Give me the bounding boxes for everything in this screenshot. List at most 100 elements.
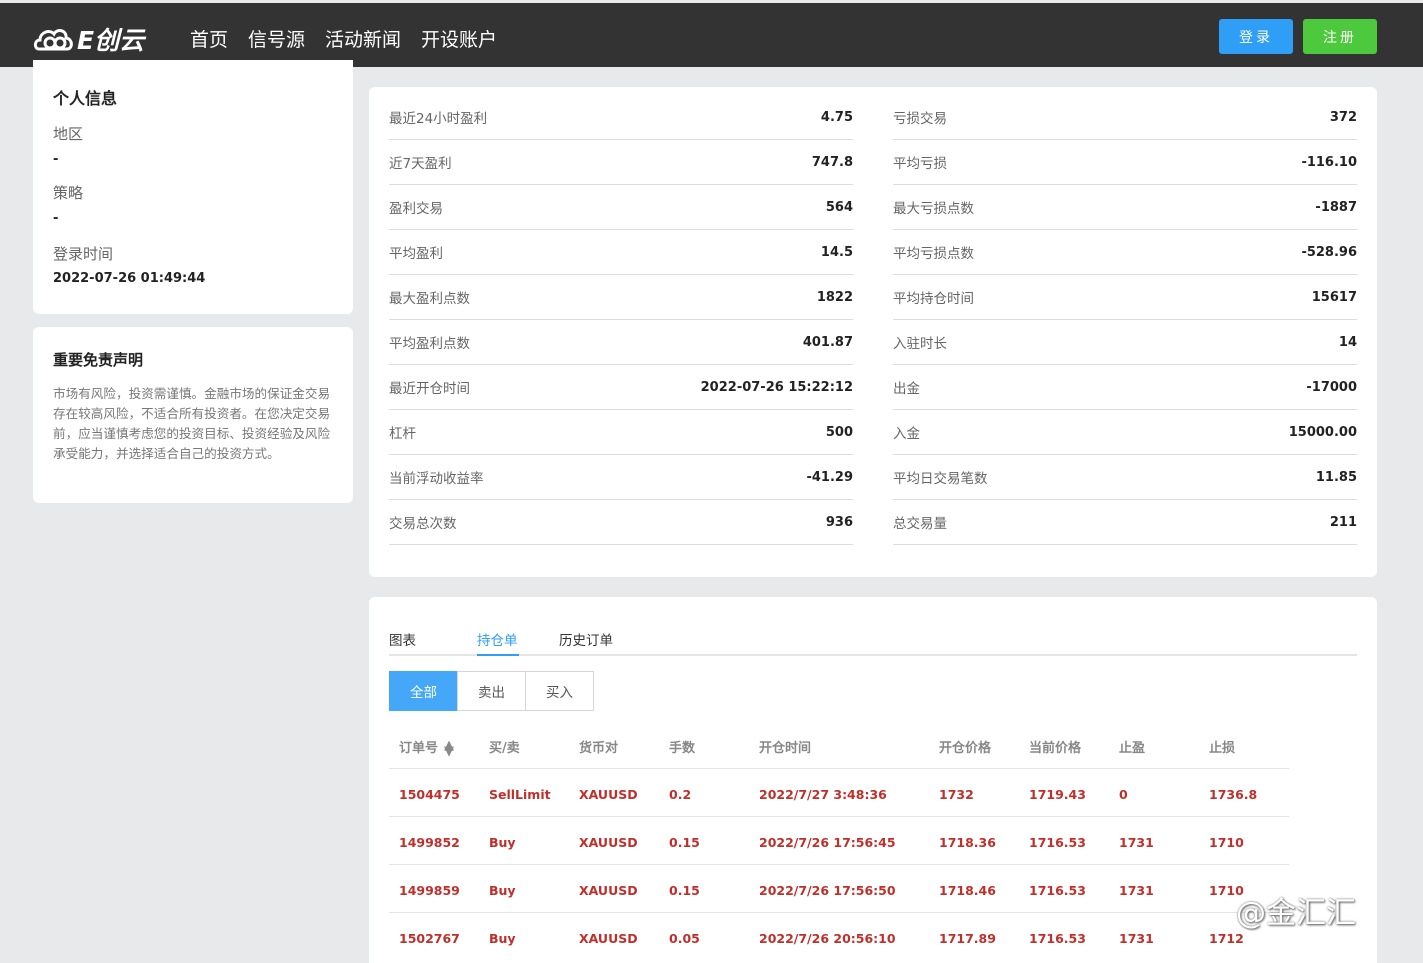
- header-order-id[interactable]: 订单号 ▲ ▼: [399, 737, 454, 758]
- nav-news[interactable]: 活动新闻: [325, 25, 401, 52]
- stat-row: 平均持仓时间 15617: [893, 275, 1357, 320]
- stat-label: 平均日交易笔数: [893, 471, 988, 487]
- disclaimer-title: 重要免责声明: [53, 351, 144, 369]
- stat-value: -116.10: [1301, 154, 1357, 170]
- table-row[interactable]: 1499859 Buy XAUUSD 0.15 2022/7/26 17:56:50 17…: [389, 864, 1289, 912]
- cell-symbol: XAUUSD: [579, 835, 638, 850]
- main-nav: 首页 信号源 活动新闻 开设账户: [190, 25, 517, 52]
- nav-home[interactable]: 首页: [190, 25, 228, 52]
- cell-stop-loss: 1712: [1209, 931, 1244, 946]
- stat-row: 平均盈利点数 401.87: [389, 320, 853, 365]
- stat-label: 平均亏损: [893, 156, 947, 172]
- cell-order-id: 1502767: [399, 931, 460, 946]
- nav-open-account[interactable]: 开设账户: [421, 25, 497, 52]
- header-open-time: 开仓时间: [759, 741, 812, 756]
- cell-stop-loss: 1736.8: [1209, 787, 1258, 802]
- stat-label: 盈利交易: [389, 201, 443, 217]
- table-row[interactable]: 1499852 Buy XAUUSD 0.15 2022/7/26 17:56:45 17…: [389, 816, 1289, 864]
- login-button[interactable]: 登录: [1219, 19, 1293, 54]
- brand-logo[interactable]: E创云: [33, 21, 144, 57]
- filter-buy-button[interactable]: 买入: [525, 671, 594, 711]
- cell-open-price: 1718.36: [939, 835, 996, 850]
- login-time-label: 登录时间: [53, 245, 114, 263]
- tab-history-orders[interactable]: 历史订单: [559, 629, 613, 649]
- stat-row: 入金 15000.00: [893, 410, 1357, 455]
- stat-value: 15000.00: [1288, 424, 1357, 440]
- table-row[interactable]: 1504475 SellLimit XAUUSD 0.2 2022/7/27 3:48:…: [389, 768, 1289, 816]
- stat-label: 平均盈利: [389, 246, 443, 262]
- strategy-value: -: [53, 211, 59, 226]
- stat-row: 最大盈利点数 1822: [389, 275, 853, 320]
- region-label: 地区: [53, 125, 84, 143]
- stat-value: 211: [1329, 514, 1357, 530]
- stat-value: 372: [1329, 109, 1357, 125]
- stat-value: 15617: [1311, 289, 1357, 305]
- filter-all-button[interactable]: 全部: [389, 671, 458, 711]
- cell-open-time: 2022/7/27 3:48:36: [759, 787, 887, 802]
- stat-label: 杠杆: [389, 426, 416, 442]
- tab-chart[interactable]: 图表: [389, 629, 416, 649]
- stat-value: -528.96: [1301, 244, 1357, 260]
- active-tab-indicator: [477, 654, 519, 656]
- cell-side: Buy: [489, 931, 516, 946]
- stat-row: 最近24小时盈利 4.75: [389, 95, 853, 140]
- tab-open-positions[interactable]: 持仓单: [477, 629, 518, 649]
- top-navbar: E创云 首页 信号源 活动新闻 开设账户 登录 注册: [0, 0, 1423, 67]
- orders-card: 图表 持仓单 历史订单 全部 卖出 买入 订单号 ▲ ▼ 买/卖 货币对 手数 开仓…: [369, 597, 1377, 963]
- stat-value: 2022-07-26 15:22:12: [700, 379, 853, 395]
- stat-label: 最近24小时盈利: [389, 111, 488, 127]
- stat-label: 亏损交易: [893, 111, 947, 127]
- cell-open-time: 2022/7/26 20:56:10: [759, 931, 896, 946]
- stat-value: 500: [825, 424, 853, 440]
- stat-value: 4.75: [820, 109, 853, 125]
- cell-symbol: XAUUSD: [579, 931, 638, 946]
- stat-row: 最大亏损点数 -1887: [893, 185, 1357, 230]
- filter-sell-button[interactable]: 卖出: [457, 671, 526, 711]
- table-body: 1504475 SellLimit XAUUSD 0.2 2022/7/27 3:48:…: [389, 768, 1289, 960]
- stat-label: 当前浮动收益率: [389, 471, 484, 487]
- nav-signals[interactable]: 信号源: [248, 25, 305, 52]
- watermark: @金汇汇: [1236, 896, 1356, 931]
- cell-side: Buy: [489, 835, 516, 850]
- stat-label: 近7天盈利: [389, 156, 452, 172]
- cell-side: SellLimit: [489, 787, 551, 802]
- header-take-profit: 止盈: [1119, 741, 1146, 756]
- strategy-label: 策略: [53, 184, 84, 202]
- cell-take-profit: 1731: [1119, 883, 1154, 898]
- table-row[interactable]: 1502767 Buy XAUUSD 0.05 2022/7/26 20:56:10 17…: [389, 912, 1289, 960]
- cell-open-price: 1732: [939, 787, 974, 802]
- cell-current-price: 1716.53: [1029, 931, 1086, 946]
- cell-symbol: XAUUSD: [579, 787, 638, 802]
- order-tabs: 图表 持仓单 历史订单: [389, 625, 1357, 656]
- cell-take-profit: 1731: [1119, 931, 1154, 946]
- stat-row: 平均盈利 14.5: [389, 230, 853, 275]
- stat-row: 亏损交易 372: [893, 95, 1357, 140]
- disclaimer-text: 市场有风险，投资需谨慎。金融市场的保证金交易存在较高风险，不适合所有投资者。在您…: [53, 386, 331, 461]
- cloud-logo-icon: [33, 29, 73, 51]
- stat-value: -41.29: [806, 469, 853, 485]
- stat-label: 入金: [893, 426, 920, 442]
- cell-order-id: 1499852: [399, 835, 460, 850]
- cell-symbol: XAUUSD: [579, 883, 638, 898]
- stat-value: 11.85: [1315, 469, 1357, 485]
- stat-value: 747.8: [811, 154, 853, 170]
- cell-open-price: 1718.46: [939, 883, 996, 898]
- stat-row: 最近开仓时间 2022-07-26 15:22:12: [389, 365, 853, 410]
- stat-value: 1822: [816, 289, 853, 305]
- stat-label: 平均持仓时间: [893, 291, 974, 307]
- sort-icon[interactable]: ▲ ▼: [444, 739, 454, 758]
- register-button[interactable]: 注册: [1303, 19, 1377, 54]
- stat-value: 401.87: [802, 334, 853, 350]
- header-side: 买/卖: [489, 741, 520, 756]
- cell-lots: 0.05: [669, 931, 700, 946]
- stat-label: 总交易量: [893, 516, 947, 532]
- stat-row: 近7天盈利 747.8: [389, 140, 853, 185]
- stat-row: 盈利交易 564: [389, 185, 853, 230]
- stat-row: 出金 -17000: [893, 365, 1357, 410]
- stat-value: -17000: [1306, 379, 1357, 395]
- stat-value: 564: [825, 199, 853, 215]
- profile-card: 个人信息 地区 - 策略 - 登录时间 2022-07-26 01:49:44: [33, 60, 353, 314]
- cell-open-time: 2022/7/26 17:56:45: [759, 835, 896, 850]
- cell-open-time: 2022/7/26 17:56:50: [759, 883, 896, 898]
- cell-side: Buy: [489, 883, 516, 898]
